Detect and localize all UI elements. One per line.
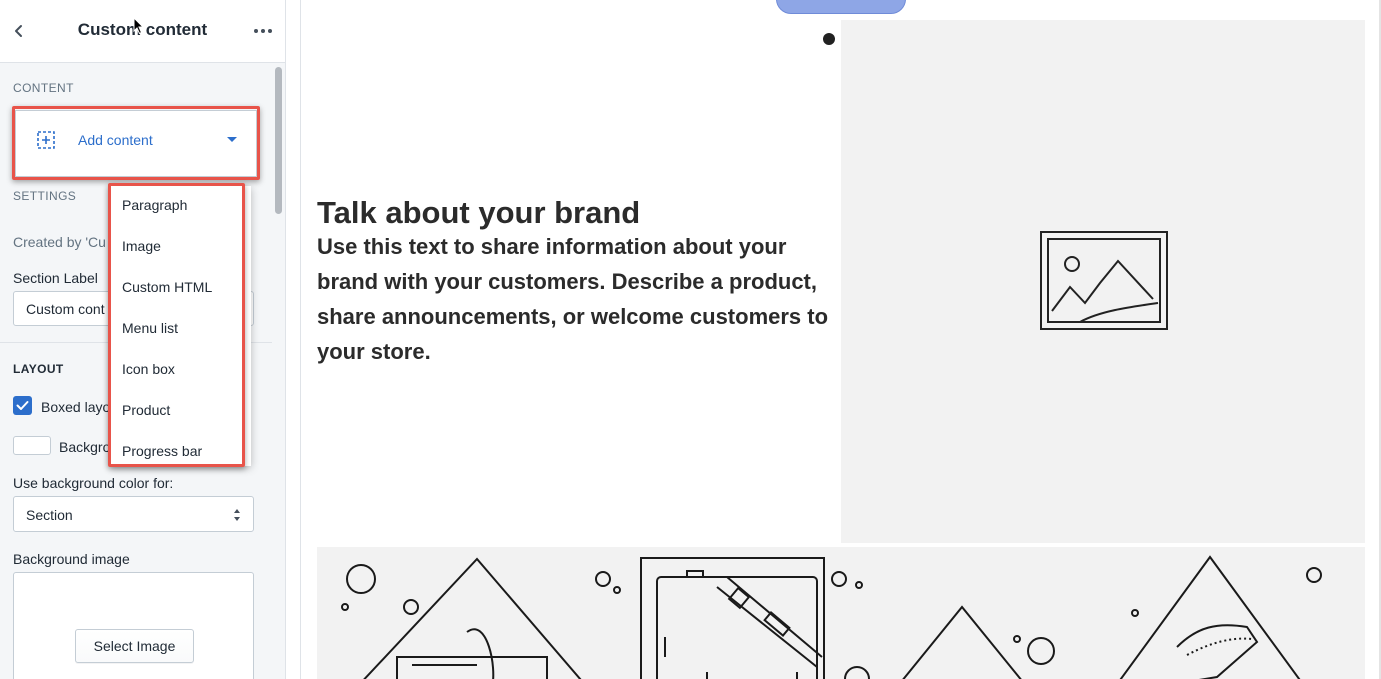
menu-item-product[interactable]: Product [111,391,251,432]
sidebar-scrollbar[interactable] [272,63,285,679]
editor-sidebar: Custom content CONTENT Add content SETTI… [0,0,286,679]
created-by-text: Created by 'Cu [13,234,106,250]
brand-heading: Talk about your brand [317,195,641,230]
products-illustration [317,547,1365,679]
menu-item-custom-html[interactable]: Custom HTML [111,268,251,309]
chevron-left-icon [15,25,22,37]
menu-item-progress-bar[interactable]: Progress bar [111,432,251,466]
menu-item-menu-list[interactable]: Menu list [111,309,251,350]
background-color-label: Backgro [59,439,111,455]
products-illustration-art [341,555,1322,679]
background-color-swatch[interactable] [13,436,51,455]
scroll-thumb[interactable] [275,67,282,214]
select-arrows-icon [234,509,240,521]
menu-item-paragraph[interactable]: Paragraph [111,186,251,227]
store-preview: Talk about your brand Use this text to s… [300,0,1381,679]
add-content-label: Add content [78,132,153,148]
add-content-menu: Paragraph Image Custom HTML Menu list Ic… [111,186,251,466]
bg-use-select[interactable]: Section [13,496,254,532]
sidebar-title: Custom content [77,20,208,39]
content-section-label: CONTENT [13,81,74,95]
slide-dot-1[interactable] [823,33,835,45]
image-placeholder-icon [1040,231,1168,330]
menu-item-image[interactable]: Image [111,227,251,268]
checkmark-icon [16,401,29,410]
bg-use-value: Section [26,507,73,523]
add-content-button[interactable]: Add content [15,110,257,177]
more-horizontal-icon [254,29,258,33]
select-image-button[interactable]: Select Image [75,629,194,663]
bg-image-picker: Select Image [13,572,254,679]
more-actions-button[interactable] [250,20,276,42]
add-block-icon [37,131,55,149]
bg-image-label: Background image [13,551,130,567]
image-placeholder [841,20,1365,543]
brand-description: Use this text to share information about… [317,234,829,364]
sidebar-header: Custom content [0,0,285,63]
caret-down-icon [227,137,237,142]
section-label-title: Section Label [13,270,98,286]
bg-use-label: Use background color for: [13,475,174,491]
preview-button[interactable] [776,0,906,14]
menu-item-icon-box[interactable]: Icon box [111,350,251,391]
back-button[interactable] [8,20,30,42]
layout-section-label: LAYOUT [13,362,64,376]
settings-section-label: SETTINGS [13,189,77,203]
boxed-layout-checkbox[interactable] [13,396,32,415]
boxed-layout-label: Boxed layo [41,399,111,415]
